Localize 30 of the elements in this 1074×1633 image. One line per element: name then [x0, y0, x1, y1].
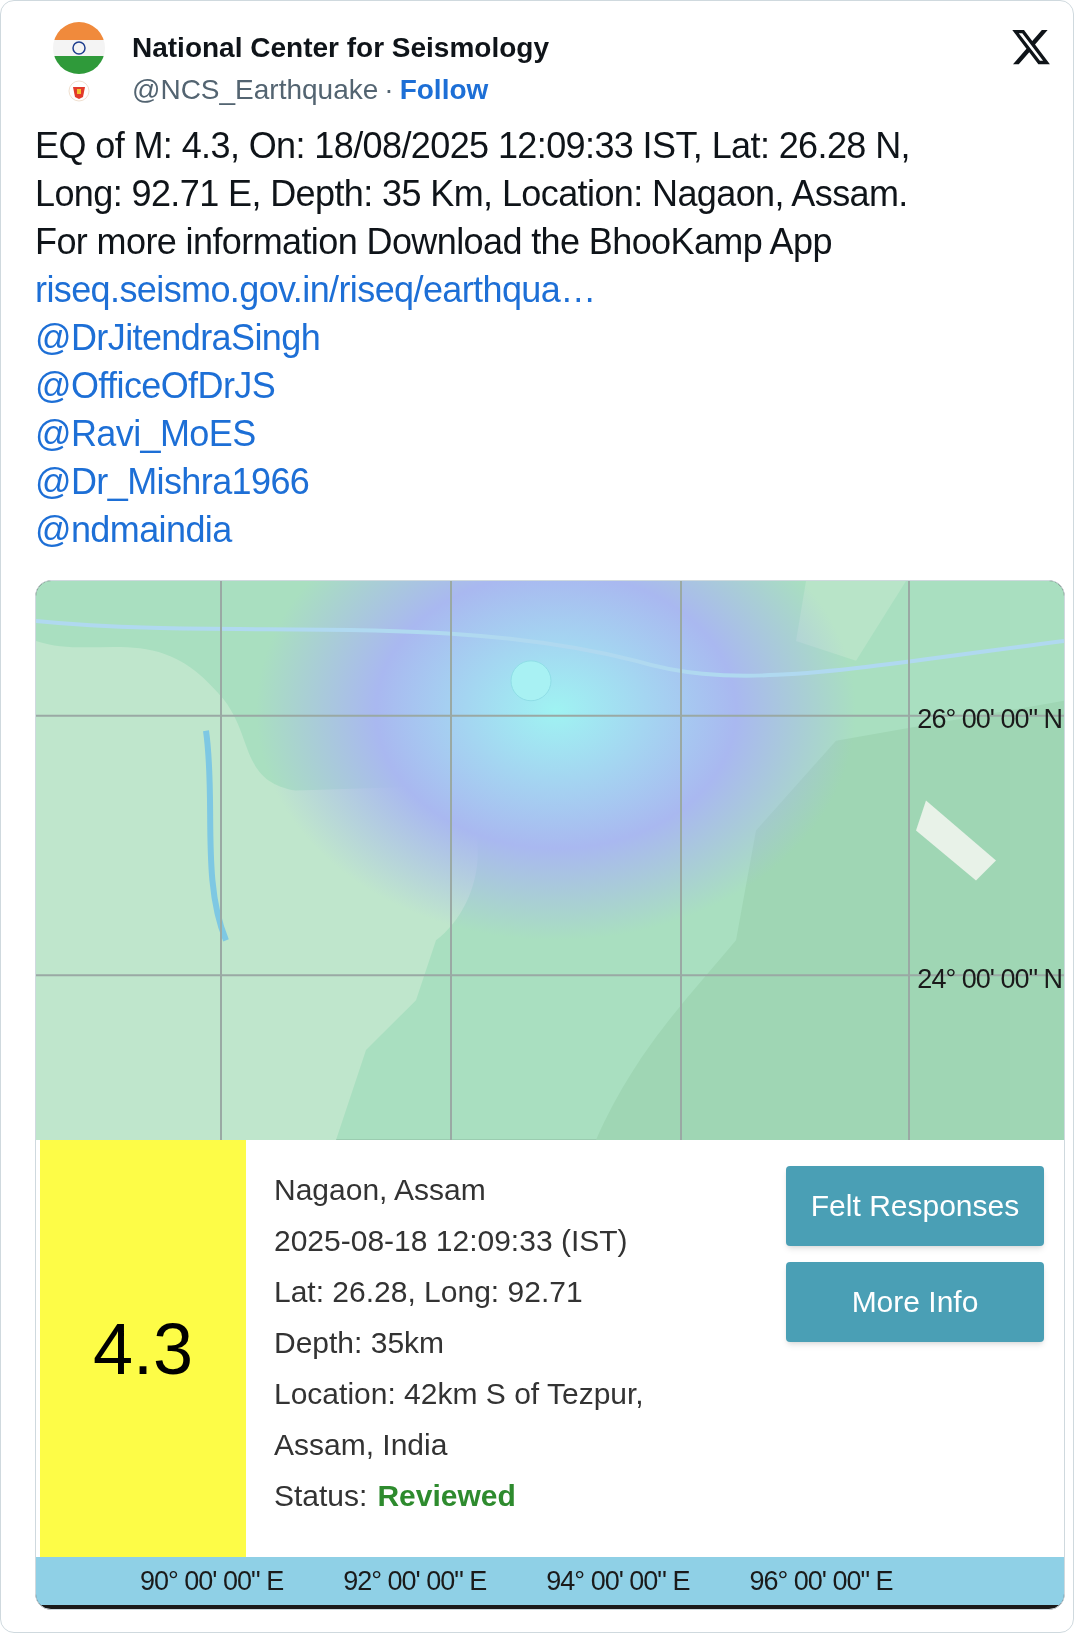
post-text: EQ of M: 4.3, On: 18/08/2025 12:09:33 IST, Lat: 26.28 N, Long: 92.71 E, Depth: 35 Km, Location: Nagaon, Assam. For more information Download the BhooKamp App [35, 124, 911, 264]
mention-link[interactable]: @OfficeOfDrJS [35, 362, 276, 410]
status-value: Reviewed [377, 1477, 516, 1514]
emblem-icon [68, 80, 90, 102]
latitude-label: 24° 00' 00" N [917, 963, 1062, 996]
longitude-label: 92° 00' 00" E [343, 1564, 487, 1598]
latitude-label: 26° 00' 00" N [917, 703, 1062, 736]
mention-link[interactable]: @ndmaindia [35, 506, 232, 554]
status-label: Status: [274, 1477, 368, 1514]
action-button[interactable]: More Info [786, 1261, 1044, 1342]
action-button[interactable]: Felt Responses [786, 1165, 1044, 1246]
detail-text: 2025-08-18 12:09:33 (IST) [274, 1222, 629, 1259]
account-handle[interactable]: @NCS_Earthquake [132, 72, 379, 108]
longitude-label: 96° 00' 00" E [749, 1564, 893, 1598]
longitude-label: 90° 00' 00" E [140, 1564, 284, 1598]
detail-text: Lat: 26.28, Long: 92.71 [274, 1273, 584, 1310]
post-link[interactable]: riseq.seismo.gov.in/riseq/earthqua… [35, 266, 596, 314]
detail-text: Nagaon, Assam [274, 1171, 487, 1208]
account-name[interactable]: National Center for Seismology [132, 30, 549, 66]
detail-text: Assam, India [274, 1426, 449, 1463]
longitude-label: 94° 00' 00" E [546, 1564, 690, 1598]
detail-text: Location: 42km S of Tezpur, [274, 1375, 644, 1412]
separator-dot: · [384, 73, 394, 107]
magnitude-value: 4.3 [92, 1307, 194, 1391]
flag-avatar-icon[interactable] [53, 22, 105, 74]
mention-link[interactable]: @DrJitendraSingh [35, 314, 321, 362]
mention-link[interactable]: @Dr_Mishra1966 [35, 458, 310, 506]
follow-link[interactable]: Follow [399, 72, 489, 108]
detail-text: Depth: 35km [274, 1324, 446, 1361]
mention-link[interactable]: @Ravi_MoES [35, 410, 256, 458]
